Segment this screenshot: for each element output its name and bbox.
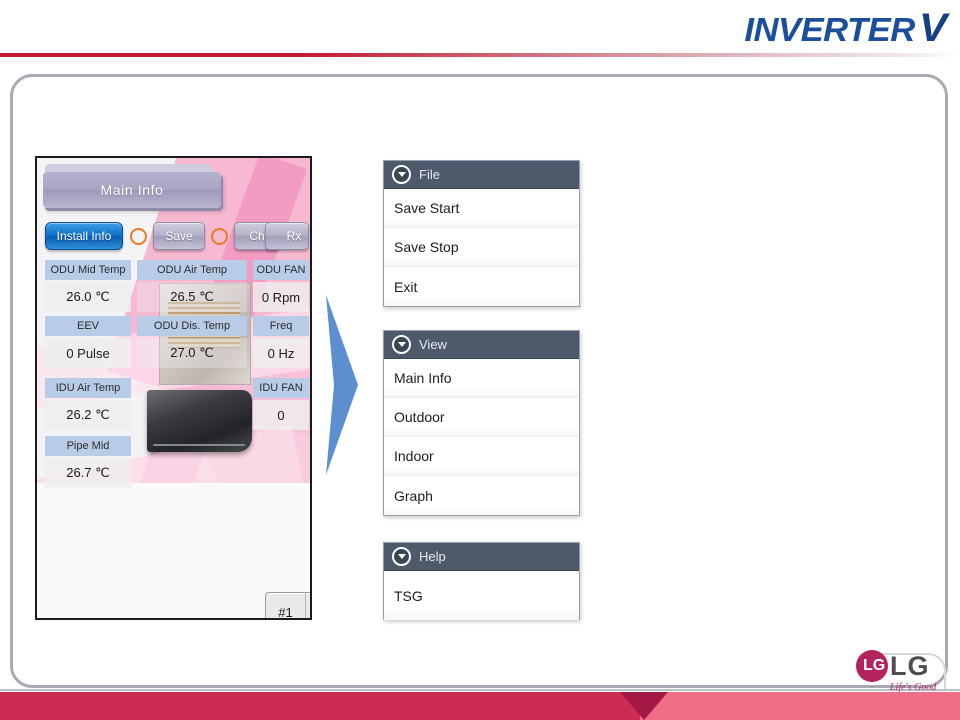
lg-face-mark: LG bbox=[856, 650, 888, 682]
readout-value: 26.2 ℃ bbox=[45, 400, 131, 430]
footer-gray-divider bbox=[0, 689, 960, 691]
brand-v-letter: V bbox=[918, 6, 947, 50]
chevron-down-circle-icon bbox=[392, 547, 411, 566]
footer-triangle-accent bbox=[620, 692, 668, 720]
menu-item-main-info[interactable]: Main Info bbox=[384, 359, 579, 398]
menu-item-save-stop[interactable]: Save Stop bbox=[384, 228, 579, 267]
flow-arrow-icon bbox=[318, 295, 364, 475]
lg-mark-letters: LG bbox=[863, 657, 886, 674]
readout-value: 26.7 ℃ bbox=[45, 458, 131, 488]
view-menu-title: View bbox=[419, 337, 447, 352]
help-menu-header: Help bbox=[384, 543, 579, 571]
chevron-down-circle-icon bbox=[392, 335, 411, 354]
readout-value: 0 Pulse bbox=[45, 338, 131, 368]
ch-led-indicator bbox=[211, 228, 228, 245]
help-menu-title: Help bbox=[419, 549, 446, 564]
readout-label: ODU FAN bbox=[253, 260, 309, 280]
menu-item-indoor[interactable]: Indoor bbox=[384, 437, 579, 476]
brand-text: INVERTER bbox=[743, 11, 915, 48]
inverter-v-logo: INVERTER V bbox=[743, 6, 947, 51]
lg-logo: LG LG Life's Good bbox=[856, 650, 946, 696]
footer-band-light bbox=[640, 692, 960, 720]
readout-label: ODU Mid Temp bbox=[45, 260, 131, 280]
page-header: INVERTER V bbox=[0, 0, 960, 56]
chevron-down-circle-icon bbox=[392, 165, 411, 184]
menu-item-graph[interactable]: Graph bbox=[384, 476, 579, 515]
file-menu-header: File bbox=[384, 161, 579, 189]
readout-value: 27.0 ℃ bbox=[137, 338, 247, 368]
readout-label: ODU Air Temp bbox=[137, 260, 247, 280]
readout-label: Pipe Mid bbox=[45, 436, 131, 456]
chevron-down-icon[interactable] bbox=[305, 593, 310, 618]
menu-item-exit[interactable]: Exit bbox=[384, 267, 579, 306]
title-tab-topedge bbox=[45, 164, 213, 172]
menu-item-save-start[interactable]: Save Start bbox=[384, 189, 579, 228]
panel-title: Main Info bbox=[100, 182, 164, 198]
file-menu-title: File bbox=[419, 167, 440, 182]
readout-value: 26.0 ℃ bbox=[45, 282, 131, 312]
readout-value: 0 Hz bbox=[253, 338, 309, 368]
lg-tagline: Life's Good bbox=[890, 682, 937, 693]
indoor-unit-select[interactable]: #1 bbox=[265, 592, 310, 620]
readout-label: IDU FAN bbox=[253, 378, 309, 398]
device-monitor-panel: Main Info Install Info Save Ch Rx ODU Mi… bbox=[35, 156, 312, 620]
view-menu-header: View bbox=[384, 331, 579, 359]
readout-value: 0 Rpm bbox=[253, 282, 309, 312]
file-menu-panel: File Save Start Save Stop Exit bbox=[383, 160, 580, 307]
rx-button[interactable]: Rx bbox=[265, 222, 309, 250]
save-button[interactable]: Save bbox=[153, 222, 205, 250]
readout-label: IDU Air Temp bbox=[45, 378, 131, 398]
menu-item-outdoor[interactable]: Outdoor bbox=[384, 398, 579, 437]
header-red-divider bbox=[0, 53, 960, 57]
ch-label: Ch bbox=[249, 229, 265, 243]
view-menu-panel: View Main Info Outdoor Indoor Graph bbox=[383, 330, 580, 516]
help-menu-panel: Help TSG bbox=[383, 542, 580, 620]
install-info-button[interactable]: Install Info bbox=[45, 222, 123, 250]
readout-label: EEV bbox=[45, 316, 131, 336]
readout-value: 0 bbox=[253, 400, 309, 430]
save-label: Save bbox=[165, 229, 193, 243]
lg-wordmark: LG bbox=[890, 651, 930, 681]
indoor-unit-select-value: #1 bbox=[278, 604, 293, 620]
rx-label: Rx bbox=[286, 229, 302, 243]
install-info-label: Install Info bbox=[56, 229, 112, 243]
readout-label: ODU Dis. Temp bbox=[137, 316, 247, 336]
save-led-indicator bbox=[130, 228, 147, 245]
readout-value: 26.5 ℃ bbox=[137, 282, 247, 312]
panel-title-tab: Main Info bbox=[43, 172, 221, 208]
menu-item-tsg[interactable]: TSG bbox=[384, 571, 579, 620]
indoor-unit-image bbox=[147, 390, 252, 452]
readout-label: Freq bbox=[253, 316, 309, 336]
